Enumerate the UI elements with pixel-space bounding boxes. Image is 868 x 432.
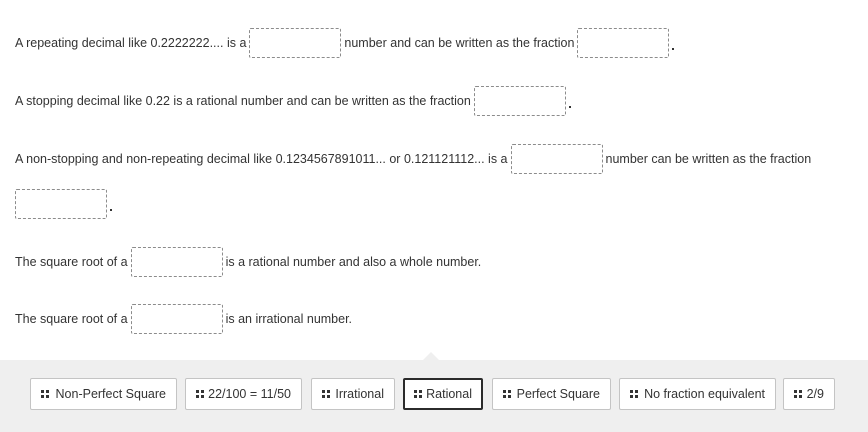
drop-zone-3a[interactable] [510,144,603,174]
period-dot [110,209,112,211]
question-4-text-after: is a rational number and also a whole nu… [225,255,482,269]
question-5-text-before: The square root of a [15,312,128,326]
drag-handle-icon [322,390,330,398]
choice-no-fraction-equivalent[interactable]: No fraction equivalent [619,378,776,410]
question-2-text-before: A stopping decimal like 0.22 is a ration… [15,94,471,108]
drop-zone-1a[interactable] [249,28,342,58]
question-4: The square root of a is a rational numbe… [15,247,481,277]
choice-label: 22/100 = 11/50 [208,387,291,401]
choice-2-9[interactable]: 2/9 [783,378,835,410]
choice-perfect-square[interactable]: Perfect Square [492,378,611,410]
question-1-text-middle: number and can be written as the fractio… [344,36,575,50]
choice-label: Irrational [335,387,384,401]
drag-handle-icon [41,390,49,398]
choice-irrational[interactable]: Irrational [311,378,395,410]
choice-22-100[interactable]: 22/100 = 11/50 [185,378,302,410]
drag-handle-icon [630,390,638,398]
question-3: A non-stopping and non-repeating decimal… [15,144,811,174]
drag-handle-icon [794,390,802,398]
question-5: The square root of a is an irrational nu… [15,304,352,334]
question-2: A stopping decimal like 0.22 is a ration… [15,86,571,116]
question-area: A repeating decimal like 0.2222222.... i… [0,0,868,360]
drag-handle-icon [503,390,511,398]
question-3-text-before: A non-stopping and non-repeating decimal… [15,152,508,166]
drag-handle-icon [414,390,422,398]
question-5-text-after: is an irrational number. [225,312,353,326]
choice-rational[interactable]: Rational [403,378,483,410]
drop-zone-4[interactable] [130,247,223,277]
drag-handle-icon [196,390,204,398]
drop-zone-5[interactable] [130,304,223,334]
drop-zone-1b[interactable] [577,28,670,58]
question-3-text-middle: number can be written as the fraction [605,152,812,166]
question-3-continued [15,189,112,219]
choice-label: Rational [426,387,472,401]
question-1: A repeating decimal like 0.2222222.... i… [15,28,675,58]
drop-zone-3b[interactable] [15,189,107,219]
choice-label: Non-Perfect Square [55,387,166,401]
period-dot [568,106,571,108]
period-dot [672,48,675,50]
choice-label: Perfect Square [516,387,600,401]
question-4-text-before: The square root of a [15,255,128,269]
choice-non-perfect-square[interactable]: Non-Perfect Square [30,378,177,410]
drop-zone-2[interactable] [473,86,566,116]
choice-label: No fraction equivalent [644,387,765,401]
question-1-text-before: A repeating decimal like 0.2222222.... i… [15,36,247,50]
choice-label: 2/9 [806,387,824,401]
